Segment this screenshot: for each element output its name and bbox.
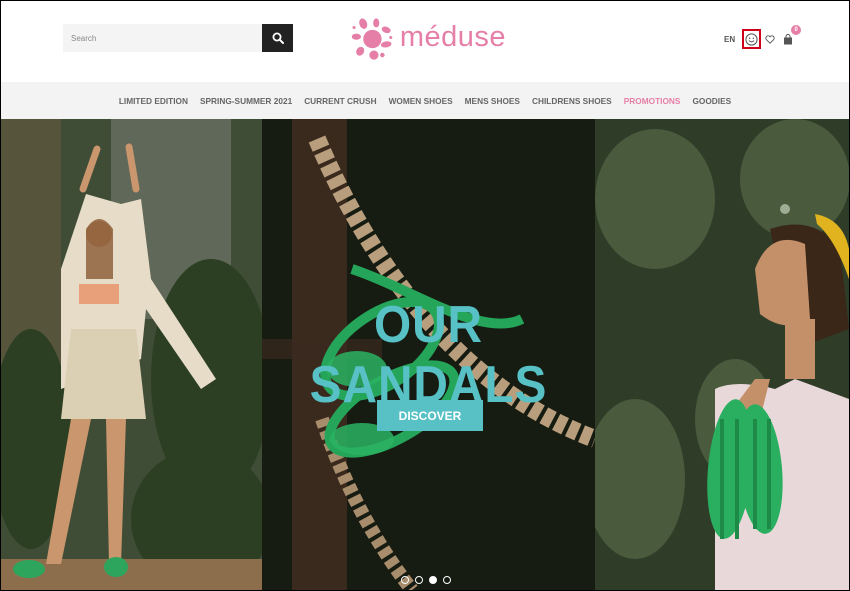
carousel-dot-3[interactable] bbox=[429, 576, 437, 584]
carousel-pagination bbox=[401, 576, 451, 584]
nav-item-promotions[interactable]: PROMOTIONS bbox=[624, 96, 681, 106]
main-nav: LIMITED EDITION SPRING-SUMMER 2021 CURRE… bbox=[1, 82, 849, 119]
carousel-dot-1[interactable] bbox=[401, 576, 409, 584]
brand-logo[interactable]: méduse bbox=[351, 9, 506, 69]
model-dancing-image bbox=[1, 119, 262, 590]
nav-item-women-shoes[interactable]: WOMEN SHOES bbox=[389, 96, 453, 106]
language-selector[interactable]: EN bbox=[724, 35, 735, 44]
site-header: méduse EN bbox=[1, 1, 849, 82]
hero-banner: OUR SANDALS bbox=[1, 119, 849, 590]
account-button[interactable] bbox=[742, 29, 762, 49]
search-bar bbox=[63, 24, 293, 52]
search-button[interactable] bbox=[262, 24, 293, 52]
wishlist-button[interactable] bbox=[763, 32, 777, 46]
hero-photo-right bbox=[595, 119, 849, 590]
smiley-icon bbox=[745, 32, 758, 46]
cart-button[interactable]: 0 bbox=[781, 25, 802, 47]
bag-icon bbox=[784, 33, 793, 44]
nav-item-goodies[interactable]: GOODIES bbox=[692, 96, 731, 106]
nav-item-limited-edition[interactable]: LIMITED EDITION bbox=[119, 96, 188, 106]
search-icon bbox=[272, 32, 284, 44]
hero-photo-left bbox=[1, 119, 262, 590]
page: méduse EN bbox=[0, 0, 850, 591]
nav-item-spring-summer-2021[interactable]: SPRING-SUMMER 2021 bbox=[200, 96, 292, 106]
nav-item-current-crush[interactable]: CURRENT CRUSH bbox=[304, 96, 376, 106]
search-input[interactable] bbox=[63, 24, 262, 52]
nav-item-childrens-shoes[interactable]: CHILDRENS SHOES bbox=[532, 96, 612, 106]
model-holding-sandals-image bbox=[595, 119, 849, 590]
hero-title: OUR SANDALS bbox=[309, 296, 548, 414]
nav-item-mens-shoes[interactable]: MENS SHOES bbox=[465, 96, 520, 106]
header-actions: EN 0 bbox=[724, 25, 802, 51]
brand-name: méduse bbox=[399, 20, 506, 53]
carousel-dot-2[interactable] bbox=[415, 576, 423, 584]
splash-logo-icon bbox=[351, 18, 393, 60]
discover-button[interactable]: DISCOVER bbox=[377, 400, 483, 431]
heart-icon bbox=[765, 34, 775, 44]
carousel-dot-4[interactable] bbox=[443, 576, 451, 584]
cart-count-badge: 0 bbox=[791, 25, 802, 35]
